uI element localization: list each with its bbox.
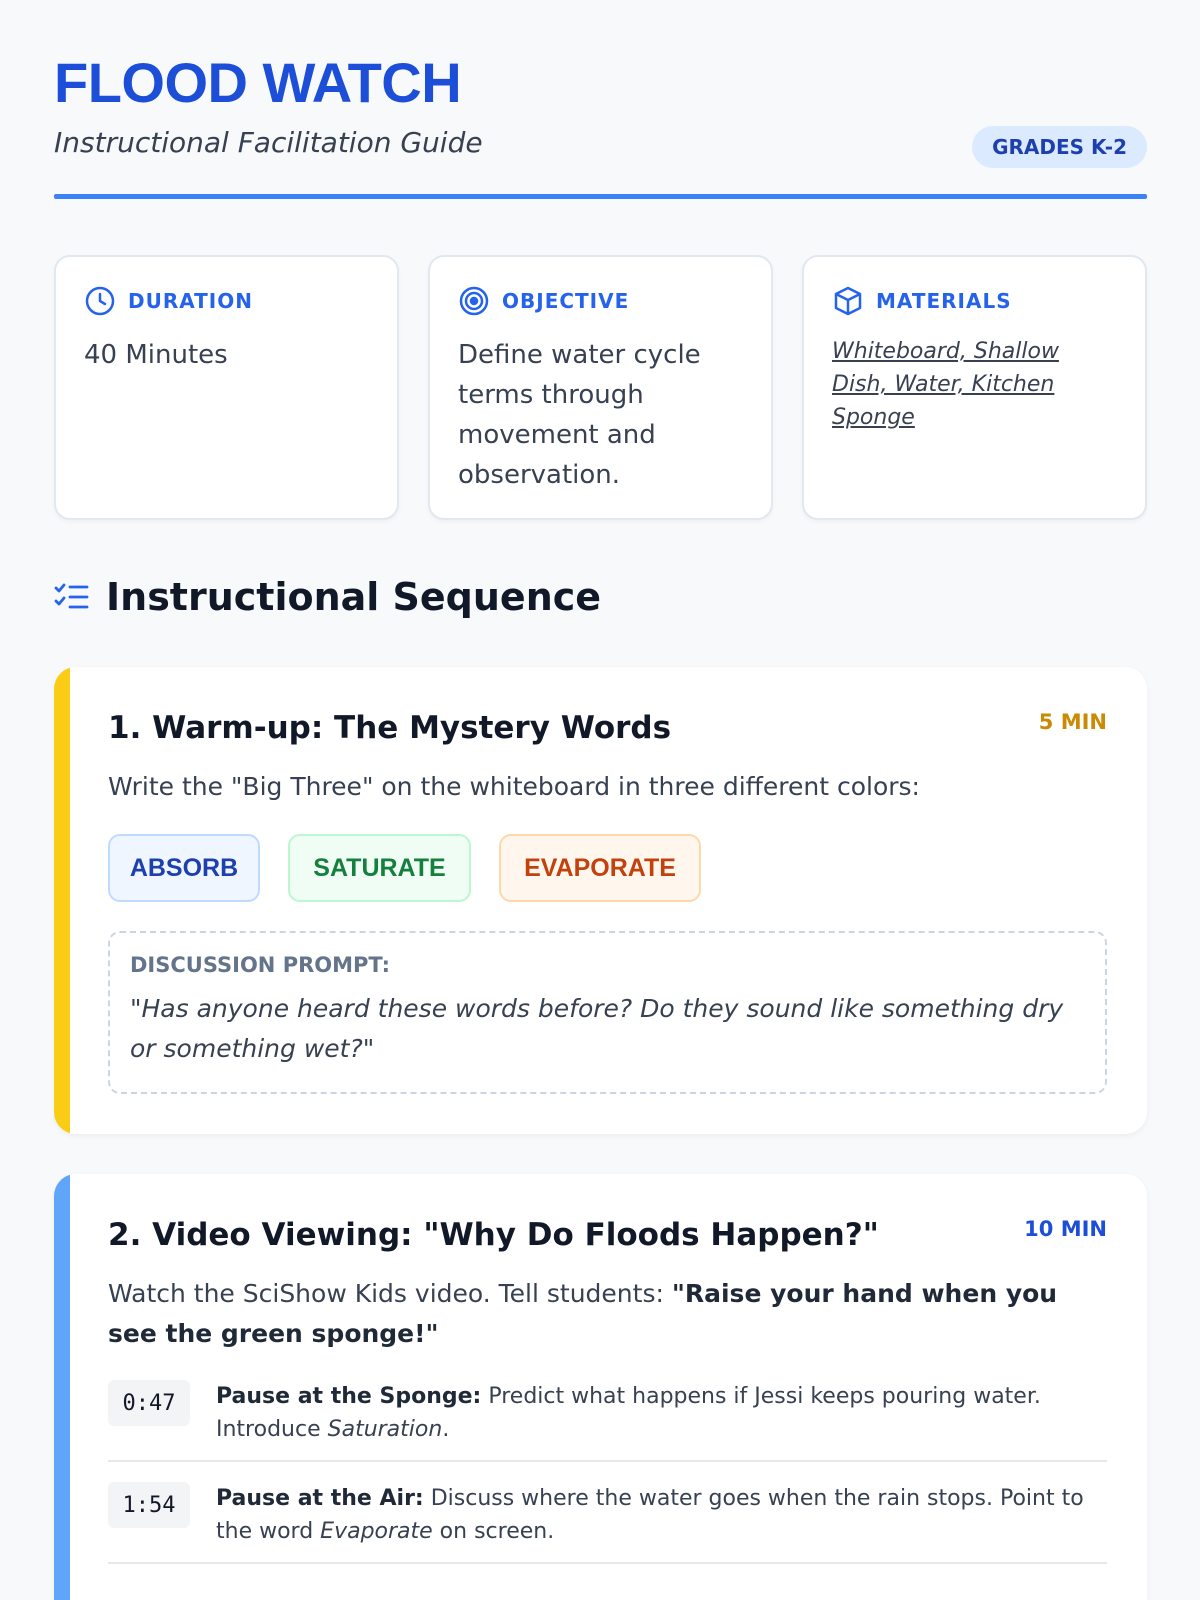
cue-lead: Pause at the Air: xyxy=(216,1486,424,1511)
cube-icon xyxy=(834,286,862,316)
step-accent-bar xyxy=(54,1174,70,1600)
sequence-heading: Instructional Sequence xyxy=(54,575,601,619)
discussion-prompt: DISCUSSION PROMPT: "Has anyone heard the… xyxy=(108,931,1107,1094)
materials-value: Whiteboard, Shallow Dish, Water, Kitchen… xyxy=(832,339,1059,430)
objective-label: OBJECTIVE xyxy=(502,289,630,313)
cue-term: Evaporate xyxy=(320,1519,433,1544)
video-cue: 1:54 Pause at the Air: Discuss where the… xyxy=(108,1482,1107,1564)
step-card-warmup: 1. Warm-up: The Mystery Words 5 MIN Writ… xyxy=(54,667,1147,1134)
timestamp: 1:54 xyxy=(108,1482,190,1528)
cue-end: on screen. xyxy=(432,1519,555,1544)
step-title: 1. Warm-up: The Mystery Words xyxy=(108,710,672,746)
header-divider xyxy=(54,194,1147,199)
step-description: Watch the SciShow Kids video. Tell stude… xyxy=(108,1274,1107,1354)
duration-value: 40 Minutes xyxy=(84,340,228,370)
objective-card: OBJECTIVE Define water cycle terms throu… xyxy=(428,255,773,520)
info-cards: DURATION 40 Minutes OBJECTIVE Define wat… xyxy=(54,255,1147,520)
materials-card: MATERIALS Whiteboard, Shallow Dish, Wate… xyxy=(802,255,1147,520)
checklist-icon xyxy=(54,583,89,609)
duration-card: DURATION 40 Minutes xyxy=(54,255,399,520)
word-chip-evaporate: EVAPORATE xyxy=(499,834,701,902)
timestamp: 0:47 xyxy=(108,1380,190,1426)
step-accent-bar xyxy=(54,667,70,1134)
cue-text: Pause at the Air: Discuss where the wate… xyxy=(216,1482,1107,1548)
step-title: 2. Video Viewing: "Why Do Floods Happen?… xyxy=(108,1217,879,1253)
clock-icon xyxy=(85,286,115,316)
cue-end: . xyxy=(442,1417,450,1442)
step-description: Write the "Big Three" on the whiteboard … xyxy=(108,772,920,801)
grade-badge: GRADES K-2 xyxy=(972,126,1147,168)
step-duration: 10 MIN xyxy=(1024,1217,1107,1241)
cue-text: Pause at the Sponge: Predict what happen… xyxy=(216,1380,1107,1446)
target-icon xyxy=(459,286,489,316)
sequence-title: Instructional Sequence xyxy=(106,575,602,619)
duration-label: DURATION xyxy=(128,289,253,313)
page-title: FLOOD WATCH xyxy=(54,51,462,114)
word-chip-saturate: SATURATE xyxy=(288,834,471,902)
video-cue: 0:47 Pause at the Sponge: Predict what h… xyxy=(108,1380,1107,1462)
step-duration: 5 MIN xyxy=(1038,710,1107,734)
cue-lead: Pause at the Sponge: xyxy=(216,1384,482,1409)
materials-label: MATERIALS xyxy=(876,289,1012,313)
objective-value: Define water cycle terms through movemen… xyxy=(458,340,701,490)
facilitation-guide: FLOOD WATCH Instructional Facilitation G… xyxy=(54,0,1147,1600)
page-subtitle: Instructional Facilitation Guide xyxy=(54,126,483,159)
word-chip-absorb: ABSORB xyxy=(108,834,260,902)
guide-header: FLOOD WATCH Instructional Facilitation G… xyxy=(54,0,1147,200)
step-card-video: 2. Video Viewing: "Why Do Floods Happen?… xyxy=(54,1174,1147,1600)
prompt-label: DISCUSSION PROMPT: xyxy=(130,953,390,977)
prompt-text: "Has anyone heard these words before? Do… xyxy=(130,994,1064,1063)
vocabulary-chips: ABSORB SATURATE EVAPORATE xyxy=(108,834,701,902)
cue-term: Saturation xyxy=(327,1417,443,1442)
description-text: Watch the SciShow Kids video. Tell stude… xyxy=(108,1279,672,1308)
